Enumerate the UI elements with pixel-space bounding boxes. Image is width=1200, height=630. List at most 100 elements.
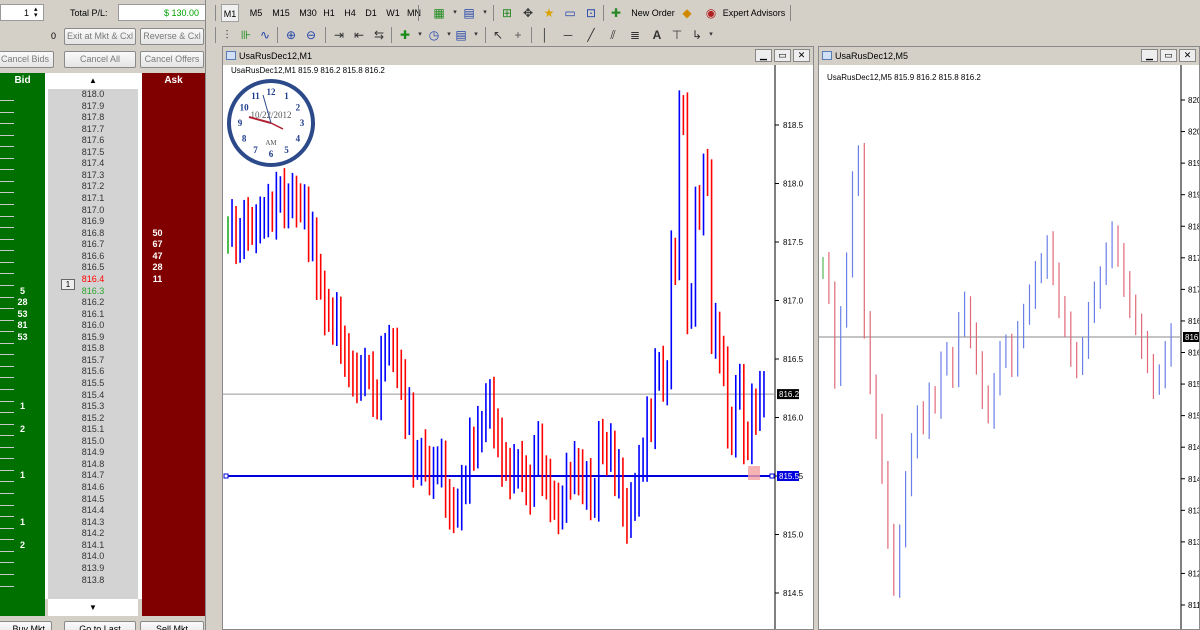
minimize-icon[interactable]: ▁ (1141, 49, 1158, 62)
splitter[interactable] (205, 0, 213, 630)
ladder-row[interactable]: 814.8 (0, 459, 205, 471)
new-order-button[interactable]: New Order (627, 4, 679, 22)
ladder-price[interactable]: 817.6 (48, 135, 138, 146)
label-tool-icon[interactable]: ⊤ (669, 27, 685, 43)
ladder-price[interactable]: 817.9 (48, 101, 138, 112)
market-watch-icon[interactable]: ⊞ (499, 5, 515, 21)
cancel-offers-button[interactable]: Cancel Offers (140, 51, 204, 68)
ladder-price[interactable]: 814.3 (48, 517, 138, 528)
timeframe-mn[interactable]: MN (404, 4, 424, 22)
ladder-price[interactable]: 816.5 (48, 262, 138, 273)
ladder-price[interactable]: 816.9 (48, 216, 138, 227)
ladder-price[interactable]: 816.2 (48, 297, 138, 308)
ladder-price[interactable]: 814.4 (48, 505, 138, 516)
zoom-out-icon[interactable]: ⊖ (303, 27, 319, 43)
ladder-price[interactable]: 815.4 (48, 390, 138, 401)
ask-size[interactable]: 50 (142, 228, 173, 239)
ladder-row[interactable]: 817.6 (0, 135, 205, 148)
close-icon[interactable]: ✕ (793, 49, 810, 62)
ladder-price[interactable]: 816.0 (48, 320, 138, 331)
maximize-icon[interactable]: ▭ (1160, 49, 1177, 62)
bid-size[interactable]: 2 (0, 424, 45, 435)
ladder-price[interactable]: 814.7 (48, 470, 138, 481)
ladder-price[interactable]: 815.0 (48, 436, 138, 447)
terminal-icon[interactable]: ▭ (562, 5, 578, 21)
maximize-icon[interactable]: ▭ (774, 49, 791, 62)
ladder-row[interactable]: 815.8 (0, 343, 205, 356)
ladder-row[interactable]: 816.9 (0, 216, 205, 229)
ladder-price[interactable]: 817.8 (48, 112, 138, 123)
ladder-price[interactable]: 815.2 (48, 413, 138, 424)
timeframe-m15[interactable]: M15 (271, 4, 291, 22)
buy-market-button[interactable]: Buy Mkt (0, 621, 52, 630)
ladder-price[interactable]: 814.2 (48, 528, 138, 539)
ladder-row[interactable]: 813.9 (0, 563, 205, 575)
ladder-row[interactable]: 815.4 (0, 390, 205, 402)
chart-window-m5-title[interactable]: UsaRusDec12,M5 ▁ ▭ ✕ (819, 47, 1199, 65)
bid-size[interactable]: 53 (0, 309, 45, 320)
ladder-row[interactable]: 817.8 (0, 112, 205, 125)
line-chart-icon[interactable]: ∿ (257, 27, 273, 43)
new-chart-icon[interactable]: ▦ (431, 5, 447, 21)
periods-icon[interactable]: ◷ (426, 27, 442, 43)
ladder-row[interactable]: 815.1 2 (0, 424, 205, 437)
ladder-row[interactable]: 816.7 67 (0, 239, 205, 252)
ladder-row[interactable]: 817.7 (0, 124, 205, 136)
vertical-line-icon[interactable]: │ (537, 27, 553, 43)
ladder-price[interactable]: 814.0 (48, 551, 138, 562)
text-tool-icon[interactable]: A (649, 27, 665, 43)
ladder-row[interactable]: 815.7 (0, 355, 205, 367)
close-icon[interactable]: ✕ (1179, 49, 1196, 62)
ladder-row[interactable]: 814.6 (0, 482, 205, 495)
templates-icon[interactable]: ▤ (453, 27, 469, 43)
sell-market-button[interactable]: Sell Mkt (140, 621, 204, 630)
ladder-row[interactable]: 817.3 (0, 170, 205, 182)
fibonacci-icon[interactable]: ≣ (627, 27, 643, 43)
trendline-icon[interactable]: ╱ (583, 27, 599, 43)
autoscroll-icon[interactable]: ⇥ (331, 27, 347, 43)
ladder-row[interactable]: 816.4 11 (0, 274, 205, 286)
ask-size[interactable]: 11 (142, 274, 173, 285)
profiles-icon[interactable]: ▤ (461, 5, 477, 21)
ladder-row[interactable]: 817.5 (0, 147, 205, 159)
ladder-price[interactable]: 815.5 (48, 378, 138, 389)
expert-advisors-icon[interactable]: ◉ (703, 5, 719, 21)
arrows-dropdown-icon[interactable]: ▾ (703, 27, 719, 43)
bid-size[interactable]: 1 (0, 401, 45, 412)
ladder-row[interactable]: 816.1 53 (0, 309, 205, 321)
ladder-row[interactable]: 817.4 (0, 158, 205, 171)
ladder-row[interactable]: 814.2 (0, 528, 205, 541)
new-order-icon[interactable]: ✚ (608, 5, 624, 21)
crosshair-icon[interactable]: + (510, 27, 526, 43)
ladder-price[interactable]: 814.5 (48, 494, 138, 505)
timeframe-d1[interactable]: D1 (361, 4, 381, 22)
ladder-row[interactable]: 815.3 1 (0, 401, 205, 414)
bid-size[interactable]: 53 (0, 332, 45, 343)
minimize-icon[interactable]: ▁ (755, 49, 772, 62)
chart-window-m1[interactable]: UsaRusDec12,M1 ▁ ▭ ✕ 818.5 818.0 817.5 817.… (222, 46, 814, 630)
ask-size[interactable]: 28 (142, 262, 173, 273)
chart-m5-svg[interactable]: 820 820 819 819 818 817 817 816 816 815 815 814 814 8… (819, 65, 1199, 629)
ladder-row[interactable]: 817.9 (0, 101, 205, 113)
ladder-price[interactable]: 817.0 (48, 205, 138, 216)
ladder-price[interactable]: 815.6 (48, 366, 138, 377)
ladder-row[interactable]: 816.0 81 (0, 320, 205, 333)
ladder-row[interactable]: 814.4 (0, 505, 205, 518)
ladder-row[interactable]: 814.9 (0, 447, 205, 460)
ladder-price[interactable]: 816.6 (48, 251, 138, 262)
ladder-price[interactable]: 816.1 (48, 309, 138, 320)
strategy-tester-icon[interactable]: ⊡ (583, 5, 599, 21)
expert-advisors-button[interactable]: Expert Advisors (721, 4, 787, 22)
ask-size[interactable]: 67 (142, 239, 173, 250)
ladder-row[interactable]: 815.6 (0, 366, 205, 379)
ladder-price[interactable]: 813.8 (48, 575, 138, 586)
ladder-price[interactable]: 815.8 (48, 343, 138, 354)
horizontal-line-icon[interactable]: ─ (560, 27, 576, 43)
channel-icon[interactable]: ⫽ (605, 27, 621, 43)
scroll-down-arrow-icon[interactable]: ▼ (48, 599, 138, 616)
candlestick-icon[interactable]: ⊪ (238, 27, 254, 43)
bid-size[interactable]: 28 (0, 297, 45, 308)
go-to-last-button[interactable]: Go to Last (64, 621, 136, 630)
chart-shift-icon[interactable]: ⇤ (351, 27, 367, 43)
ladder-price[interactable]: 817.5 (48, 147, 138, 158)
